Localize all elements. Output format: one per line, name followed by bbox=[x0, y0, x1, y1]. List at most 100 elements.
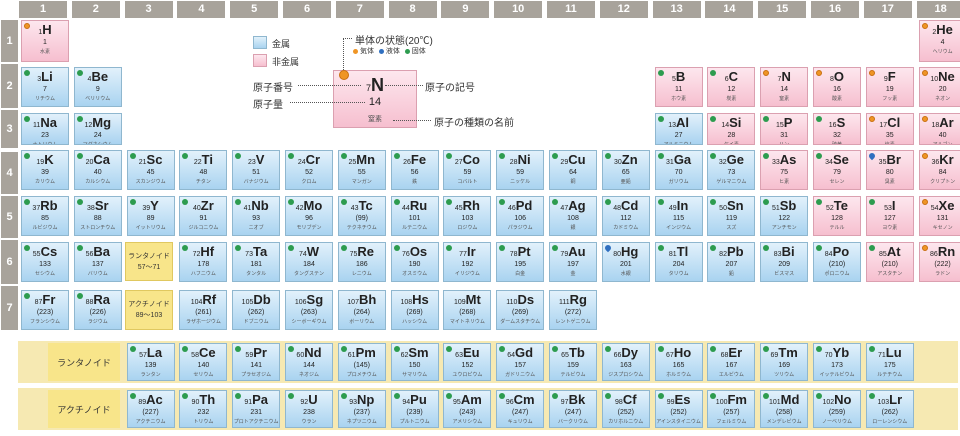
element-Mn[interactable]: 25Mn 55 マンガン bbox=[337, 150, 386, 190]
element-Ti[interactable]: 22Ti 48 チタン bbox=[179, 150, 228, 190]
actinoid-placeholder[interactable]: アクチノイド 89～103 bbox=[125, 290, 173, 330]
element-At[interactable]: 85At (210) アスタチン bbox=[865, 242, 914, 282]
element-Cd[interactable]: 48Cd 112 カドミウム bbox=[601, 196, 650, 236]
element-Er[interactable]: 68Er 167 エルビウム bbox=[707, 343, 756, 381]
element-Ru[interactable]: 44Ru 101 ルテニウム bbox=[390, 196, 439, 236]
element-Ds[interactable]: 110Ds (269) ダームスタチウム bbox=[496, 290, 545, 330]
element-Po[interactable]: 84Po (210) ポロニウム bbox=[813, 242, 861, 282]
element-Pr[interactable]: 59Pr 141 プラセオジム bbox=[232, 343, 281, 381]
element-Pm[interactable]: 61Pm (145) プロメチウム bbox=[337, 343, 386, 381]
element-Hs[interactable]: 108Hs (269) ハッシウム bbox=[390, 290, 439, 330]
element-Ge[interactable]: 32Ge 73 ゲルマニウム bbox=[707, 150, 756, 190]
element-Mt[interactable]: 109Mt (268) マイトネリウム bbox=[443, 290, 492, 330]
element-Pd[interactable]: 46Pd 106 パラジウム bbox=[496, 196, 545, 236]
element-Sg[interactable]: 106Sg (263) シーボーギウム bbox=[285, 290, 333, 330]
element-Yb[interactable]: 70Yb 173 イッテルビウム bbox=[813, 343, 861, 381]
element-F[interactable]: 9F 19 フッ素 bbox=[865, 67, 914, 107]
element-S[interactable]: 16S 32 硫黄 bbox=[813, 113, 861, 145]
element-Pb[interactable]: 82Pb 207 鉛 bbox=[707, 242, 756, 282]
element-Cm[interactable]: 96Cm (247) キュリウム bbox=[496, 390, 545, 428]
element-Np[interactable]: 93Np (237) ネプツニウム bbox=[337, 390, 386, 428]
element-Cl[interactable]: 17Cl 35 塩素 bbox=[865, 113, 914, 145]
element-Os[interactable]: 76Os 190 オスミウム bbox=[390, 242, 439, 282]
element-Sc[interactable]: 21Sc 45 スカンジウム bbox=[126, 150, 175, 190]
element-O[interactable]: 8O 16 酸素 bbox=[813, 67, 861, 107]
element-Tb[interactable]: 65Tb 159 テルビウム bbox=[549, 343, 597, 381]
element-La[interactable]: 57La 139 ランタン bbox=[126, 343, 175, 381]
element-Es[interactable]: 99Es (252) アインスタイニウム bbox=[654, 390, 703, 428]
element-Co[interactable]: 27Co 59 コバルト bbox=[443, 150, 492, 190]
element-Md[interactable]: 101Md (258) メンデレビウム bbox=[760, 390, 809, 428]
element-P[interactable]: 15P 31 リン bbox=[760, 113, 809, 145]
element-Hf[interactable]: 72Hf 178 ハフニウム bbox=[179, 242, 228, 282]
element-I[interactable]: 53I 127 ヨウ素 bbox=[865, 196, 914, 236]
element-Rb[interactable]: 37Rb 85 ルビジウム bbox=[21, 196, 69, 236]
element-Zn[interactable]: 30Zn 65 亜鉛 bbox=[601, 150, 650, 190]
element-Br[interactable]: 35Br 80 臭素 bbox=[865, 150, 914, 190]
element-Na[interactable]: 11Na 23 ナトリウム bbox=[21, 113, 69, 145]
element-Th[interactable]: 90Th 232 トリウム bbox=[179, 390, 228, 428]
element-W[interactable]: 74W 184 タングステン bbox=[285, 242, 333, 282]
element-Ar[interactable]: 18Ar 40 アルゴン bbox=[918, 113, 960, 145]
element-Gd[interactable]: 64Gd 157 ガドリニウム bbox=[496, 343, 545, 381]
element-Ni[interactable]: 28Ni 59 ニッケル bbox=[496, 150, 545, 190]
element-Cf[interactable]: 98Cf (252) カリホルニウム bbox=[601, 390, 650, 428]
element-Bk[interactable]: 97Bk (247) バークリウム bbox=[549, 390, 597, 428]
element-Au[interactable]: 79Au 197 金 bbox=[549, 242, 597, 282]
element-Sb[interactable]: 51Sb 122 アンチモン bbox=[760, 196, 809, 236]
element-Sr[interactable]: 38Sr 88 ストロンチウム bbox=[73, 196, 122, 236]
element-Li[interactable]: 3Li 7 リチウム bbox=[21, 67, 69, 107]
element-Nb[interactable]: 41Nb 93 ニオブ bbox=[232, 196, 281, 236]
element-Tl[interactable]: 81Tl 204 タリウム bbox=[654, 242, 703, 282]
element-Rh[interactable]: 45Rh 103 ロジウム bbox=[443, 196, 492, 236]
element-Re[interactable]: 75Re 186 レニウム bbox=[337, 242, 386, 282]
element-Ca[interactable]: 20Ca 40 カルシウム bbox=[73, 150, 122, 190]
element-Am[interactable]: 95Am (243) アメリシウム bbox=[443, 390, 492, 428]
element-Cu[interactable]: 29Cu 64 銅 bbox=[549, 150, 597, 190]
element-Dy[interactable]: 66Dy 163 ジスプロシウム bbox=[601, 343, 650, 381]
element-Fe[interactable]: 26Fe 56 鉄 bbox=[390, 150, 439, 190]
element-Al[interactable]: 13Al 27 アルミニウム bbox=[654, 113, 703, 145]
element-Ir[interactable]: 77Ir 192 イリジウム bbox=[443, 242, 492, 282]
element-Pa[interactable]: 91Pa 231 プロトアクチニウム bbox=[232, 390, 281, 428]
element-Ag[interactable]: 47Ag 108 銀 bbox=[549, 196, 597, 236]
lanthanoid-placeholder[interactable]: ランタノイド 57～71 bbox=[125, 242, 173, 281]
element-Lr[interactable]: 103Lr (262) ローレンシウム bbox=[865, 390, 914, 428]
element-Cs[interactable]: 55Cs 133 セシウム bbox=[21, 242, 69, 282]
element-Mo[interactable]: 42Mo 96 モリブデン bbox=[285, 196, 333, 236]
element-Mg[interactable]: 12Mg 24 マグネシウム bbox=[73, 113, 122, 145]
element-V[interactable]: 23V 51 バナジウム bbox=[232, 150, 281, 190]
element-H[interactable]: 1H 1 水素 bbox=[21, 20, 69, 62]
element-Pt[interactable]: 78Pt 195 白金 bbox=[496, 242, 545, 282]
element-C[interactable]: 6C 12 炭素 bbox=[707, 67, 756, 107]
element-N[interactable]: 7N 14 窒素 bbox=[760, 67, 809, 107]
element-K[interactable]: 19K 39 カリウム bbox=[21, 150, 69, 190]
element-Tm[interactable]: 69Tm 169 ツリウム bbox=[760, 343, 809, 381]
element-Nd[interactable]: 60Nd 144 ネオジム bbox=[285, 343, 333, 381]
element-Se[interactable]: 34Se 79 セレン bbox=[813, 150, 861, 190]
element-Bh[interactable]: 107Bh (264) ボーリウム bbox=[337, 290, 386, 330]
element-Ac[interactable]: 89Ac (227) アクチニウム bbox=[126, 390, 175, 428]
element-Hg[interactable]: 80Hg 201 水銀 bbox=[601, 242, 650, 282]
element-Zr[interactable]: 40Zr 91 ジルコニウム bbox=[179, 196, 228, 236]
element-Ta[interactable]: 73Ta 181 タンタル bbox=[232, 242, 281, 282]
element-Be[interactable]: 4Be 9 ベリリウム bbox=[73, 67, 122, 107]
element-Fm[interactable]: 100Fm (257) フェルミウム bbox=[707, 390, 756, 428]
element-Lu[interactable]: 71Lu 175 ルテチウム bbox=[865, 343, 914, 381]
element-Rn[interactable]: 86Rn (222) ラドン bbox=[918, 242, 960, 282]
element-Ho[interactable]: 67Ho 165 ホルミウム bbox=[654, 343, 703, 381]
element-Te[interactable]: 52Te 128 テルル bbox=[813, 196, 861, 236]
element-Bi[interactable]: 83Bi 209 ビスマス bbox=[760, 242, 809, 282]
element-Db[interactable]: 105Db (262) ドブニウム bbox=[232, 290, 281, 330]
element-Kr[interactable]: 36Kr 84 クリプトン bbox=[918, 150, 960, 190]
element-Ne[interactable]: 10Ne 20 ネオン bbox=[918, 67, 960, 107]
element-In[interactable]: 49In 115 インジウム bbox=[654, 196, 703, 236]
element-No[interactable]: 102No (259) ノーベリウム bbox=[813, 390, 861, 428]
element-Y[interactable]: 39Y 89 イットリウム bbox=[126, 196, 175, 236]
element-Eu[interactable]: 63Eu 152 ユウロピウム bbox=[443, 343, 492, 381]
element-Rg[interactable]: 111Rg (272) レントゲニウム bbox=[549, 290, 597, 330]
element-He[interactable]: 2He 4 ヘリウム bbox=[918, 20, 960, 62]
element-Xe[interactable]: 54Xe 131 キセノン bbox=[918, 196, 960, 236]
element-Ba[interactable]: 56Ba 137 バリウム bbox=[73, 242, 122, 282]
element-Ra[interactable]: 88Ra (226) ラジウム bbox=[73, 290, 122, 330]
